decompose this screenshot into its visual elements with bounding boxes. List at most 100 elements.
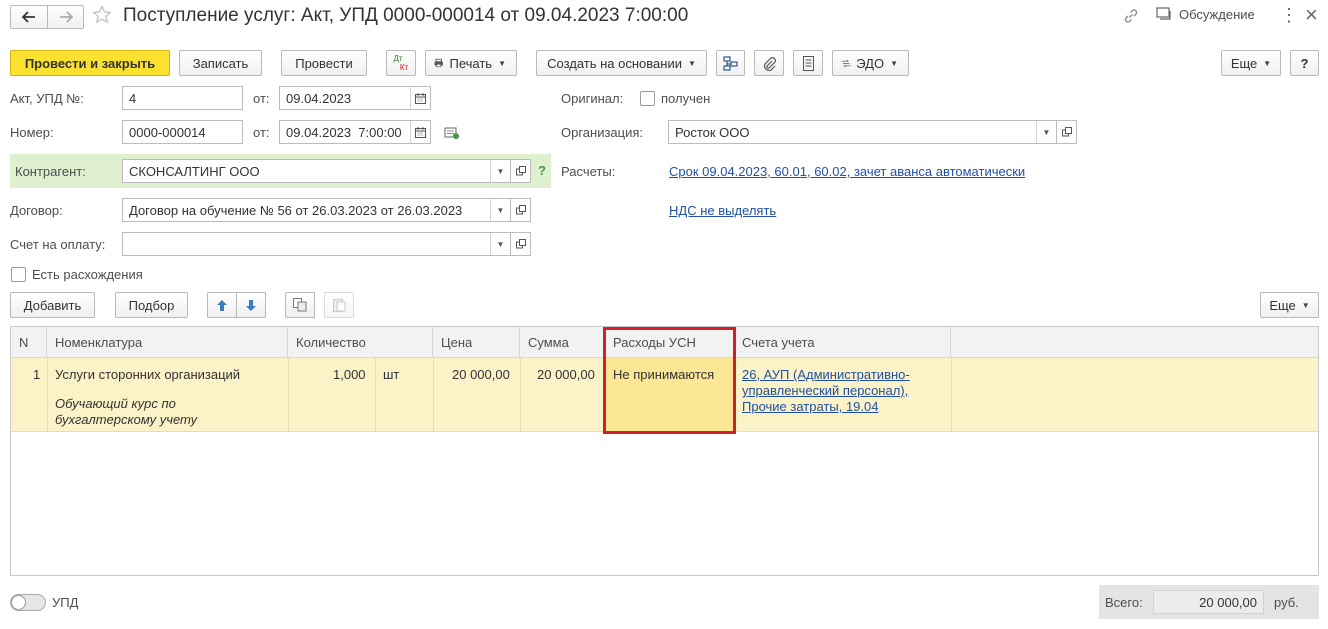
dt-label: Дт	[393, 54, 403, 63]
row-accounts-line3[interactable]: Прочие затраты, 19.04	[742, 399, 878, 414]
forward-button[interactable]	[47, 5, 84, 29]
post-button[interactable]: Провести	[281, 50, 367, 76]
print-label: Печать	[449, 55, 493, 71]
calendar-icon[interactable]	[410, 121, 430, 143]
more-label: Еще	[1230, 55, 1258, 71]
more-button[interactable]: Еще ▼	[1221, 50, 1281, 76]
upd-toggle[interactable]	[10, 594, 46, 611]
chevron-down-icon: ▼	[1301, 300, 1310, 310]
arrow-down-icon	[246, 299, 256, 311]
page-title: Поступление услуг: Акт, УПД 0000-000014 …	[123, 5, 689, 26]
row-item-note-line2: бухгалтерскому учету	[55, 412, 198, 427]
add-row-button[interactable]: Добавить	[10, 292, 95, 318]
chevron-down-icon: ▼	[498, 58, 506, 68]
column-divider	[288, 358, 289, 432]
copy-icon	[293, 298, 307, 312]
number-field[interactable]: 0000-000014	[122, 120, 243, 144]
column-divider	[47, 358, 48, 432]
chevron-down-icon[interactable]: ▼	[490, 199, 510, 221]
copy-button[interactable]	[285, 292, 315, 318]
original-received-label: получен	[661, 91, 711, 106]
document-status-icon[interactable]	[444, 126, 460, 143]
chevron-down-icon: ▼	[890, 58, 898, 68]
usn-column-highlight	[603, 327, 736, 434]
contractor-field[interactable]: СКОНСАЛТИНГ ООО ▼	[122, 159, 511, 183]
row-item-note-line1: Обучающий курс по	[55, 396, 176, 411]
number-datetime-field[interactable]: 09.04.2023 7:00:00	[279, 120, 431, 144]
column-header-sum[interactable]: Сумма	[520, 327, 605, 358]
help-button[interactable]: ?	[1290, 50, 1319, 76]
row-accounts-line1[interactable]: 26, АУП (Административно-	[742, 367, 910, 382]
number-date-from-label: от:	[253, 125, 270, 140]
contract-field[interactable]: Договор на обучение № 56 от 26.03.2023 о…	[122, 198, 511, 222]
column-divider	[520, 358, 521, 432]
arrow-right-icon	[59, 11, 73, 23]
contractor-open-button[interactable]	[510, 159, 531, 183]
row-sum[interactable]: 20 000,00	[537, 367, 595, 382]
discussion-button[interactable]: Обсуждение	[1156, 7, 1255, 22]
column-divider	[951, 358, 952, 432]
vat-link[interactable]: НДС не выделять	[669, 203, 776, 218]
organization-label: Организация:	[561, 125, 644, 140]
column-divider	[375, 358, 376, 432]
row-accounts-line2[interactable]: управленческий персонал),	[742, 383, 908, 398]
edo-button[interactable]: ЭДО ▼	[832, 50, 909, 76]
original-received-checkbox[interactable]	[640, 91, 655, 106]
create-based-label: Создать на основании	[547, 55, 682, 71]
open-window-icon	[515, 239, 526, 249]
table-more-button[interactable]: Еще ▼	[1260, 292, 1319, 318]
organization-open-button[interactable]	[1056, 120, 1077, 144]
chevron-down-icon[interactable]: ▼	[490, 160, 510, 182]
discrepancy-checkbox[interactable]	[11, 267, 26, 282]
close-icon[interactable]: ×	[1305, 2, 1318, 28]
more-menu-icon[interactable]: ⋮	[1280, 5, 1298, 26]
organization-value: Росток ООО	[675, 124, 750, 140]
row-unit[interactable]: шт	[383, 367, 399, 382]
settlements-link[interactable]: Срок 09.04.2023, 60.01, 60.02, зачет ава…	[669, 164, 1025, 179]
contractor-help-icon[interactable]: ?	[538, 163, 546, 178]
column-header-quantity[interactable]: Количество	[288, 327, 433, 358]
structure-icon	[723, 55, 738, 71]
link-icon[interactable]	[1123, 8, 1139, 27]
paperclip-icon	[763, 56, 776, 71]
chevron-down-icon[interactable]: ▼	[490, 233, 510, 255]
invoice-open-button[interactable]	[510, 232, 531, 256]
organization-field[interactable]: Росток ООО ▼	[668, 120, 1057, 144]
create-based-on-button[interactable]: Создать на основании ▼	[536, 50, 707, 76]
column-header-item[interactable]: Номенклатура	[47, 327, 288, 358]
print-button[interactable]: Печать ▼	[425, 50, 517, 76]
contract-value: Договор на обучение № 56 от 26.03.2023 о…	[129, 202, 463, 218]
save-button[interactable]: Записать	[179, 50, 262, 76]
chevron-down-icon[interactable]: ▼	[1036, 121, 1056, 143]
row-item[interactable]: Услуги сторонних организаций	[55, 367, 240, 382]
table-more-label: Еще	[1269, 297, 1296, 313]
row-price[interactable]: 20 000,00	[452, 367, 510, 382]
act-date-field[interactable]: 09.04.2023	[279, 86, 431, 110]
attach-button[interactable]	[754, 50, 784, 76]
move-down-button[interactable]	[236, 292, 266, 318]
calendar-icon[interactable]	[410, 87, 430, 109]
move-up-button[interactable]	[207, 292, 237, 318]
row-quantity[interactable]: 1,000	[333, 367, 366, 382]
open-window-icon	[1061, 127, 1072, 137]
column-header-price[interactable]: Цена	[433, 327, 520, 358]
column-header-n[interactable]: N	[11, 327, 47, 358]
edo-label: ЭДО	[856, 55, 885, 71]
post-and-close-button[interactable]: Провести и закрыть	[10, 50, 170, 76]
document-list-button[interactable]	[793, 50, 823, 76]
structure-button[interactable]	[716, 50, 745, 76]
back-button[interactable]	[10, 5, 48, 29]
open-window-icon	[515, 205, 526, 215]
select-button[interactable]: Подбор	[115, 292, 188, 318]
dt-kt-button[interactable]: Дт Кт	[386, 50, 416, 76]
contract-open-button[interactable]	[510, 198, 531, 222]
favorite-star-icon[interactable]	[92, 5, 114, 27]
toggle-knob	[11, 595, 26, 610]
invoice-field[interactable]: ▼	[122, 232, 511, 256]
act-number-field[interactable]: 4	[122, 86, 243, 110]
paste-button[interactable]	[324, 292, 354, 318]
act-date-value: 09.04.2023	[286, 90, 352, 106]
column-header-accounts[interactable]: Счета учета	[734, 327, 951, 358]
services-table[interactable]: N Номенклатура Количество Цена Сумма Рас…	[10, 326, 1319, 576]
chevron-down-icon: ▼	[1263, 58, 1272, 68]
